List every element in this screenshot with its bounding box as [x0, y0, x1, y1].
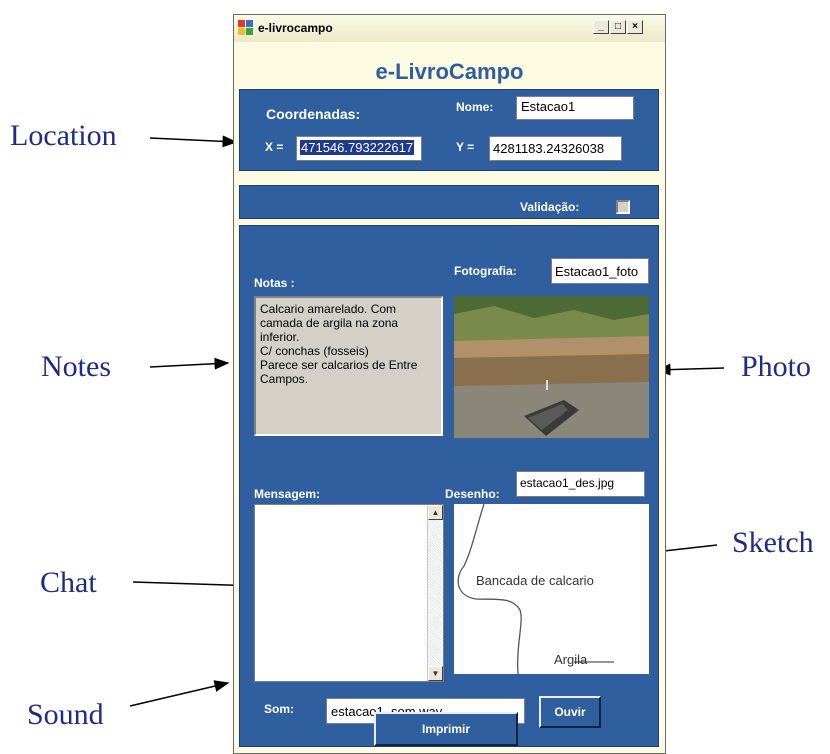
name-input[interactable]: Estacao1: [516, 96, 634, 120]
annotation-notes: Notes: [41, 350, 111, 383]
scroll-up-icon[interactable]: ▲: [428, 505, 443, 520]
maximize-button[interactable]: □: [610, 20, 626, 34]
main-panel: Notas : Fotografia: Estacao1_foto Calcar…: [239, 225, 659, 747]
minimize-button[interactable]: _: [593, 20, 609, 34]
print-button[interactable]: Imprimir: [374, 712, 518, 746]
field-photo[interactable]: [454, 296, 649, 438]
coordinates-label: Coordenadas:: [266, 106, 361, 122]
sound-label: Som:: [264, 702, 294, 716]
sketch-label-limestone: Bancada de calcario: [476, 573, 594, 588]
photo-filename-input[interactable]: Estacao1_foto: [551, 258, 649, 284]
annotation-photo: Photo: [741, 350, 812, 383]
message-label: Mensagem:: [254, 487, 321, 501]
arrow-notes: [149, 357, 230, 370]
coordinates-panel: Coordenadas: Nome: Estacao1 X = 471546.7…: [239, 89, 659, 171]
message-textarea[interactable]: ▲ ▼: [254, 504, 444, 682]
name-label: Nome:: [456, 100, 494, 114]
app-window: e-livrocampo _ □ × e-LivroCampo Coordena…: [233, 14, 666, 754]
annotation-location: Location: [10, 119, 117, 152]
listen-button[interactable]: Ouvir: [539, 696, 601, 728]
x-coordinate-input[interactable]: 471546.793222617: [296, 136, 422, 161]
app-icon: [238, 20, 254, 36]
notes-textarea[interactable]: Calcario amarelado. Com camada de argila…: [254, 296, 443, 436]
notes-label: Notas :: [254, 276, 295, 290]
arrow-photo: [655, 363, 725, 376]
validation-panel: Validação:: [239, 185, 659, 219]
validation-checkbox[interactable]: [616, 200, 630, 214]
y-coordinate-input[interactable]: 4281183.24326038: [489, 136, 622, 161]
sketch-drawing: [457, 504, 614, 674]
sketch-label: Desenho:: [445, 487, 500, 501]
close-button[interactable]: ×: [627, 20, 643, 34]
annotation-sound: Sound: [27, 698, 104, 731]
x-label: X =: [265, 140, 284, 154]
field-sketch[interactable]: Bancada de calcario Argila: [454, 504, 649, 674]
sketch-filename-input[interactable]: estacao1_des.jpg: [516, 471, 645, 497]
y-label: Y =: [456, 140, 475, 154]
sketch-label-clay: Argila: [554, 652, 588, 667]
scroll-down-icon[interactable]: ▼: [428, 666, 443, 681]
photo-label: Fotografia:: [454, 264, 517, 278]
message-scrollbar[interactable]: ▲ ▼: [427, 505, 443, 681]
validation-label: Validação:: [520, 200, 580, 214]
photo-image: [454, 296, 649, 438]
arrow-sound: [129, 680, 230, 707]
window-title: e-livrocampo: [258, 21, 333, 35]
x-coordinate-value: 471546.793222617: [300, 140, 415, 155]
annotation-sketch: Sketch: [732, 526, 814, 559]
app-heading: e-LivroCampo: [375, 59, 524, 84]
arrow-location: [149, 135, 238, 148]
title-bar[interactable]: e-livrocampo _ □ ×: [234, 15, 665, 42]
annotation-chat: Chat: [40, 566, 97, 599]
